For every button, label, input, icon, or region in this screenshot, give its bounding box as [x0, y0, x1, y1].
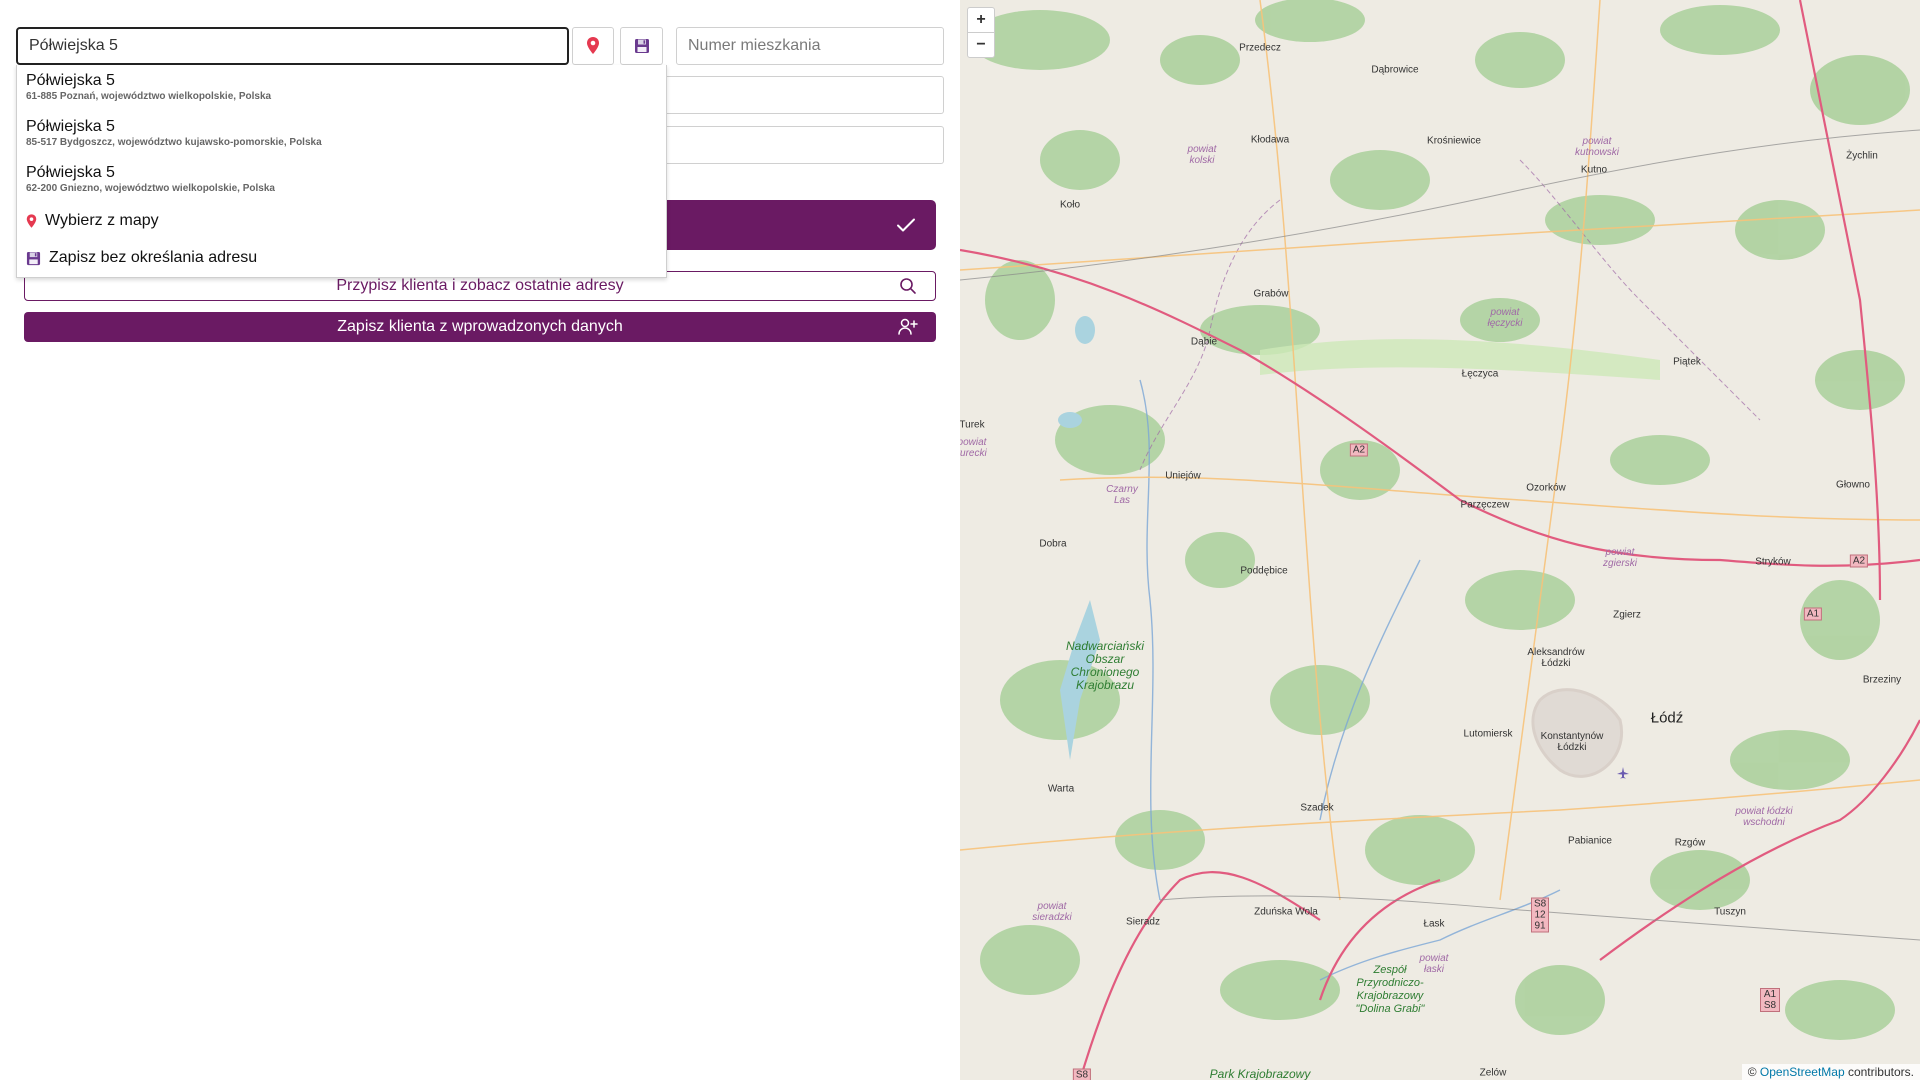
map-label: Łęczyca — [1461, 368, 1499, 380]
form-field-partially-hidden[interactable] — [660, 126, 944, 164]
map-label: Warta — [1047, 783, 1075, 795]
map-county-label: powiat łódzki wschodni — [1735, 806, 1793, 828]
save-without-address-option[interactable]: Zapisz bez określania adresu — [26, 249, 257, 267]
openstreetmap-link[interactable]: OpenStreetMap — [1760, 1065, 1845, 1079]
map-label: Zelów — [1479, 1067, 1507, 1079]
apartment-number-input[interactable] — [676, 27, 944, 65]
form-panel: Przypisz klienta i zobacz ostatnie adres… — [0, 0, 960, 1080]
suggestion-subtitle: 62-200 Gniezno, województwo wielkopolski… — [26, 183, 275, 194]
map-label: Szadek — [1300, 802, 1334, 814]
road-shield: A1 — [1803, 607, 1823, 621]
map-label: Głowno — [1836, 479, 1870, 491]
road-shield: S8 12 91 — [1531, 897, 1549, 933]
map-label: Łask — [1423, 918, 1445, 930]
form-field-partially-hidden[interactable] — [660, 76, 944, 114]
map-view[interactable]: + − Przedecz Dąbrowice Kłodawa Krośniewi… — [960, 0, 1920, 1080]
airport-icon — [1617, 767, 1629, 779]
map-label: Koło — [1059, 199, 1081, 211]
map-label: Tuszyn — [1714, 906, 1746, 918]
save-without-address-label: Zapisz bez określania adresu — [49, 249, 258, 266]
map-pin-icon — [587, 37, 599, 54]
map-city-label: Łódź — [1650, 709, 1684, 727]
map-county-label: powiat zgierski — [1603, 547, 1637, 569]
map-label: Stryków — [1755, 556, 1791, 568]
map-label: Krośniewice — [1427, 135, 1481, 147]
floppy-disk-icon — [634, 39, 649, 53]
zoom-control: + − — [967, 7, 995, 58]
address-suggestions-dropdown: Półwiejska 5 61-885 Poznań, województwo … — [16, 65, 667, 278]
map-label: Uniejów — [1165, 470, 1201, 482]
map-county-label: Czarny Las — [1106, 484, 1138, 506]
map-label: Dąbie — [1190, 336, 1218, 348]
map-label: Lutomiersk — [1463, 728, 1513, 740]
map-label: Kutno — [1580, 164, 1608, 176]
map-label: Turek — [960, 419, 985, 431]
checkmark-icon — [897, 218, 915, 232]
map-park-label: Nadwarciański Obszar Chronionego Krajobr… — [1065, 639, 1145, 692]
suggestion-subtitle: 61-885 Poznań, województwo wielkopolskie… — [26, 91, 272, 102]
map-label: Kłodawa — [1250, 134, 1290, 146]
map-label: Zduńska Wola — [1254, 906, 1318, 918]
map-label: Brzeziny — [1862, 674, 1902, 686]
pick-from-map-label: Wybierz z mapy — [45, 212, 159, 229]
map-label: Konstantynów Łódzki — [1540, 731, 1604, 753]
assign-client-label: Przypisz klienta i zobacz ostatnie adres… — [336, 277, 624, 294]
map-label: Ozorków — [1526, 482, 1566, 494]
map-label: Zgierz — [1613, 609, 1641, 621]
map-label: Parzęczew — [1460, 499, 1510, 511]
suggestion-subtitle: 85-517 Bydgoszcz, województwo kujawsko-p… — [26, 137, 322, 148]
map-label: Grabów — [1253, 288, 1289, 300]
map-label: Pabianice — [1568, 835, 1612, 847]
attribution-prefix: © — [1747, 1065, 1760, 1079]
map-county-label: powiat łęczycki — [1487, 307, 1523, 329]
map-county-label: powiat kolski — [1187, 144, 1217, 166]
save-address-button[interactable] — [620, 27, 663, 65]
suggestion-item[interactable]: Półwiejska 5 85-517 Bydgoszcz, województ… — [26, 118, 322, 149]
save-client-label: Zapisz klienta z wprowadzonych danych — [337, 318, 623, 335]
pick-from-map-option[interactable]: Wybierz z mapy — [26, 212, 159, 230]
floppy-disk-icon — [26, 251, 41, 265]
confirm-button[interactable] — [660, 200, 936, 250]
pick-location-button[interactable] — [572, 27, 614, 65]
suggestion-item[interactable]: Półwiejska 5 62-200 Gniezno, województwo… — [26, 164, 275, 195]
save-client-button[interactable]: Zapisz klienta z wprowadzonych danych — [24, 312, 936, 342]
map-county-label: powiat kutnowski — [1575, 136, 1619, 158]
road-shield: A1 S8 — [1760, 988, 1780, 1012]
map-label: Piątek — [1673, 356, 1701, 368]
map-label: Przedecz — [1239, 42, 1281, 54]
suggestion-title: Półwiejska 5 — [26, 164, 115, 181]
zoom-in-button[interactable]: + — [968, 8, 994, 32]
map-attribution: © OpenStreetMap contributors. — [1741, 1064, 1920, 1080]
map-county-label: powiat sieradzki — [1032, 901, 1072, 923]
road-shield: A2 — [1849, 554, 1869, 568]
map-pin-icon — [26, 213, 37, 228]
map-label: Aleksandrów Łódzki — [1527, 647, 1585, 669]
map-park-label: Zespół Przyrodniczo-Krajobrazowy "Dolina… — [1355, 964, 1425, 1015]
map-label: Poddębice — [1240, 565, 1288, 577]
suggestion-title: Półwiejska 5 — [26, 72, 115, 89]
address-input[interactable] — [16, 27, 569, 65]
map-label: Dąbrowice — [1371, 64, 1419, 76]
suggestion-title: Półwiejska 5 — [26, 118, 115, 135]
attribution-suffix: contributors. — [1844, 1065, 1914, 1079]
map-label: Żychlin — [1846, 150, 1878, 162]
add-user-icon — [898, 318, 918, 335]
map-label: Rzgów — [1674, 837, 1706, 849]
suggestion-item[interactable]: Półwiejska 5 61-885 Poznań, województwo … — [26, 72, 271, 103]
road-shield: S8 — [1072, 1068, 1092, 1080]
map-label: Dobra — [1039, 538, 1067, 550]
zoom-out-button[interactable]: − — [968, 32, 994, 57]
map-county-label: powiat turecki — [960, 437, 987, 459]
search-icon — [900, 278, 916, 294]
map-label: Sieradz — [1126, 916, 1160, 928]
map-park-label: Park Krajobrazowy — [1209, 1067, 1311, 1080]
road-shield: A2 — [1349, 443, 1369, 457]
